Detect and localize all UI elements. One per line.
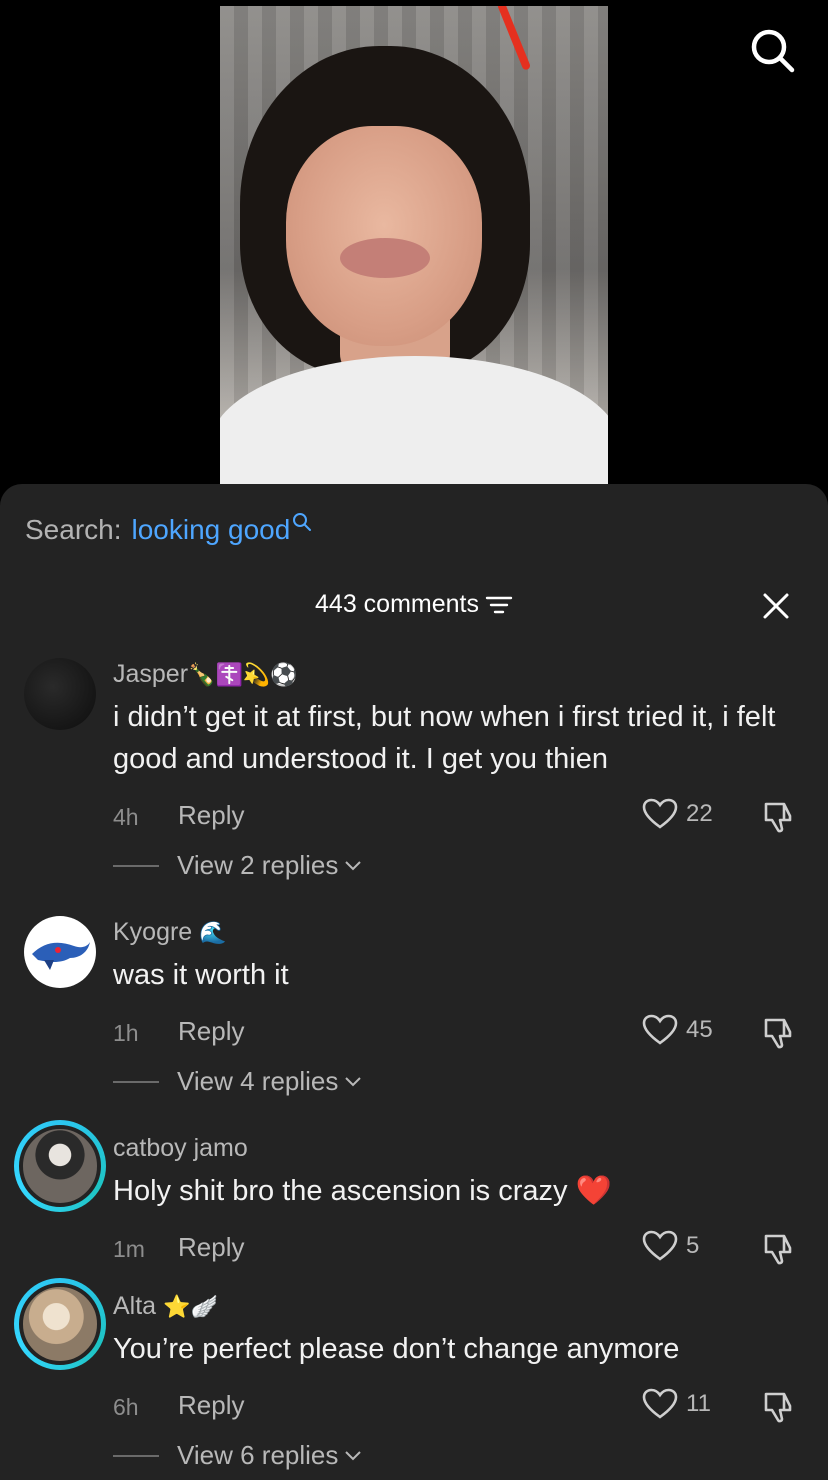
avatar[interactable] bbox=[24, 916, 96, 988]
like-count: 11 bbox=[686, 1390, 711, 1417]
avatar-image bbox=[19, 1283, 101, 1365]
comments-header: 443 comments bbox=[0, 590, 828, 619]
like-count: 45 bbox=[686, 1016, 713, 1043]
view-replies-button[interactable]: View 6 replies bbox=[113, 1440, 362, 1471]
comment-username[interactable]: Kyogre 🌊 bbox=[113, 918, 227, 947]
thumbs-down-icon[interactable] bbox=[762, 1230, 798, 1266]
comment-count: 443 comments bbox=[315, 590, 479, 618]
search-icon[interactable] bbox=[748, 26, 796, 74]
search-small-icon bbox=[293, 513, 312, 531]
like-button[interactable]: 5 bbox=[642, 1230, 699, 1262]
comments-sheet: Search: looking good 443 comments Jasper… bbox=[0, 484, 828, 1480]
kyogre-avatar-image bbox=[32, 942, 90, 970]
like-button[interactable]: 45 bbox=[642, 1014, 713, 1046]
heart-icon bbox=[642, 1388, 678, 1419]
like-button[interactable]: 22 bbox=[642, 798, 713, 830]
chevron-down-icon bbox=[345, 1450, 362, 1460]
comment-username[interactable]: Jasper🍾☦️💫⚽ bbox=[113, 660, 298, 689]
close-icon[interactable] bbox=[762, 592, 790, 620]
comment-text: You’re perfect please don’t change anymo… bbox=[113, 1333, 680, 1365]
thumbs-down-icon[interactable] bbox=[762, 1388, 798, 1424]
search-label: Search: bbox=[25, 514, 122, 545]
comment-time: 4h bbox=[113, 804, 139, 830]
comment-time: 6h bbox=[113, 1394, 139, 1420]
replies-divider bbox=[113, 864, 159, 867]
video-player[interactable] bbox=[220, 6, 608, 484]
reply-button[interactable]: Reply bbox=[178, 1390, 244, 1421]
like-count: 5 bbox=[686, 1232, 700, 1259]
search-term-link[interactable]: looking good bbox=[132, 514, 291, 546]
comment-text: Holy shit bro the ascension is crazy ❤️ bbox=[113, 1175, 612, 1207]
video-subject-lips bbox=[340, 238, 430, 278]
thumbs-down-icon[interactable] bbox=[762, 1014, 798, 1050]
heart-icon bbox=[642, 798, 678, 829]
comment-time: 1h bbox=[113, 1020, 139, 1046]
chevron-down-icon bbox=[345, 860, 362, 870]
comment-text: i didn’t get it at first, but now when i… bbox=[113, 701, 776, 775]
like-count: 22 bbox=[686, 800, 713, 827]
heart-icon bbox=[642, 1230, 678, 1261]
avatar[interactable] bbox=[24, 658, 96, 730]
like-button[interactable]: 11 bbox=[642, 1388, 711, 1420]
avatar-with-story-ring[interactable] bbox=[14, 1120, 106, 1212]
comment-time: 1m bbox=[113, 1236, 145, 1262]
comment-username[interactable]: Alta ⭐🪽 bbox=[113, 1292, 218, 1321]
view-replies-button[interactable]: View 4 replies bbox=[113, 1066, 362, 1097]
search-suggestion[interactable]: Search: looking good bbox=[25, 513, 312, 546]
thumbs-down-icon[interactable] bbox=[762, 798, 798, 834]
avatar-image bbox=[19, 1125, 101, 1207]
reply-button[interactable]: Reply bbox=[178, 800, 244, 831]
view-replies-button[interactable]: View 2 replies bbox=[113, 850, 362, 881]
chevron-down-icon bbox=[345, 1076, 362, 1086]
replies-divider bbox=[113, 1454, 159, 1457]
video-subject-face bbox=[286, 126, 482, 346]
replies-divider bbox=[113, 1080, 159, 1083]
comment-username[interactable]: catboy jamo bbox=[113, 1134, 248, 1163]
avatar-with-story-ring[interactable] bbox=[14, 1278, 106, 1370]
comment-text: was it worth it bbox=[113, 959, 289, 991]
sort-filter-icon[interactable] bbox=[485, 594, 513, 616]
heart-icon bbox=[642, 1014, 678, 1045]
reply-button[interactable]: Reply bbox=[178, 1016, 244, 1047]
reply-button[interactable]: Reply bbox=[178, 1232, 244, 1263]
